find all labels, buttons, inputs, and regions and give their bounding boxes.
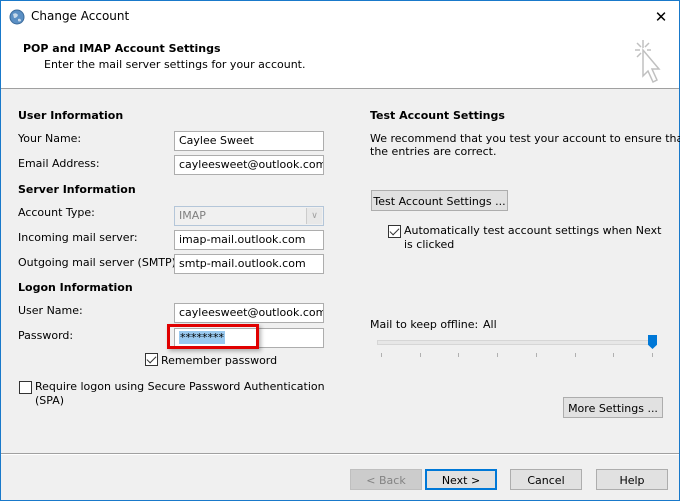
offline-slider-track[interactable] <box>377 340 655 345</box>
close-icon: ✕ <box>654 8 668 26</box>
slider-tick <box>652 353 653 357</box>
slider-tick <box>381 353 382 357</box>
close-button[interactable]: ✕ <box>647 5 675 29</box>
chevron-down-icon: ∨ <box>306 208 322 224</box>
header-title: POP and IMAP Account Settings <box>23 42 221 55</box>
test-desc-line2: the entries are correct. <box>370 145 497 158</box>
remember-password-label: Remember password <box>161 354 278 367</box>
test-desc-line1: We recommend that you test your account … <box>370 132 680 145</box>
slider-tick <box>535 353 537 357</box>
server-info-heading: Server Information <box>18 183 136 196</box>
change-account-dialog: Change Account ✕ POP and IMAP Account Se… <box>0 0 680 501</box>
account-type-label: Account Type: <box>18 206 95 219</box>
title-bar: Change Account ✕ <box>1 1 679 32</box>
header-subtitle: Enter the mail server settings for your … <box>44 58 306 71</box>
user-name-label: User Name: <box>18 304 83 317</box>
outgoing-server-input[interactable]: smtp-mail.outlook.com <box>174 254 324 274</box>
offline-label: Mail to keep offline: <box>370 318 479 331</box>
outgoing-server-label: Outgoing mail server (SMTP): <box>18 256 180 269</box>
auto-test-checkbox[interactable] <box>388 225 401 238</box>
email-address-input[interactable]: cayleesweet@outlook.com <box>174 155 324 175</box>
test-settings-heading: Test Account Settings <box>370 109 505 122</box>
email-address-label: Email Address: <box>18 157 100 170</box>
outlook-globe-icon <box>9 9 25 25</box>
user-info-heading: User Information <box>18 109 124 122</box>
window-title: Change Account <box>31 9 130 23</box>
spa-label-line2: (SPA) <box>35 394 65 407</box>
incoming-server-label: Incoming mail server: <box>18 231 138 244</box>
footer-divider-highlight <box>1 454 679 455</box>
offline-slider-thumb[interactable] <box>648 335 657 349</box>
slider-tick <box>574 353 576 357</box>
auto-test-label-line1: Automatically test account settings when… <box>404 224 662 237</box>
offline-value: All <box>483 318 497 331</box>
slider-tick <box>497 353 499 357</box>
next-button[interactable]: Next > <box>425 469 497 490</box>
click-cursor-icon <box>635 40 661 84</box>
auto-test-label-line2: is clicked <box>404 238 455 251</box>
slider-tick <box>613 353 615 357</box>
dialog-header: POP and IMAP Account Settings Enter the … <box>1 32 679 89</box>
more-settings-button[interactable]: More Settings ... <box>563 397 663 418</box>
test-account-settings-button[interactable]: Test Account Settings ... <box>371 190 508 211</box>
spa-label-line1: Require logon using Secure Password Auth… <box>35 380 325 393</box>
cancel-button[interactable]: Cancel <box>510 469 582 490</box>
spa-checkbox[interactable] <box>19 381 32 394</box>
slider-tick <box>458 353 460 357</box>
incoming-server-input[interactable]: imap-mail.outlook.com <box>174 230 324 250</box>
account-type-value: IMAP <box>179 209 206 222</box>
remember-password-checkbox[interactable] <box>145 353 158 366</box>
password-label: Password: <box>18 329 74 342</box>
password-highlight-annotation <box>167 324 259 349</box>
slider-tick <box>419 353 421 357</box>
help-button[interactable]: Help <box>596 469 668 490</box>
back-button[interactable]: < Back <box>350 469 422 490</box>
account-type-select: IMAP ∨ <box>174 206 324 226</box>
logon-info-heading: Logon Information <box>18 281 133 294</box>
your-name-input[interactable]: Caylee Sweet <box>174 131 324 151</box>
user-name-input[interactable]: cayleesweet@outlook.com <box>174 303 324 323</box>
your-name-label: Your Name: <box>18 132 82 145</box>
